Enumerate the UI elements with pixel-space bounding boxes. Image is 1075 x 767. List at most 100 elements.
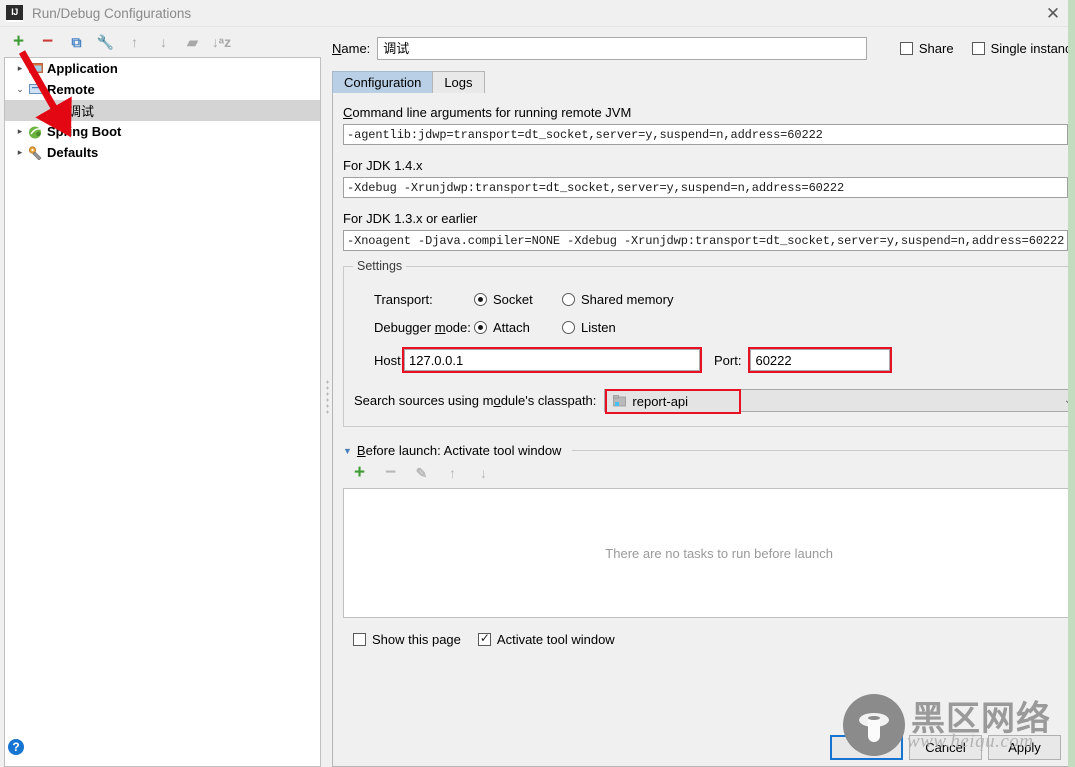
host-input[interactable]: 127.0.0.1: [404, 349, 700, 371]
jdk14-row: -Xdebug -Xrunjdwp:transport=dt_socket,se…: [343, 177, 1075, 198]
configurations-tree[interactable]: ▸ Application ⌄ Remote 调试 ▸ Spring Boot ▸ Defaul…: [4, 57, 321, 767]
remove-configuration-button[interactable]: −: [39, 31, 56, 52]
task-move-down-button: ↓: [475, 465, 492, 482]
cancel-button[interactable]: Cancel: [909, 734, 982, 760]
add-configuration-button[interactable]: +: [10, 31, 27, 52]
tab-logs[interactable]: Logs: [432, 71, 485, 93]
chevron-right-icon[interactable]: ▸: [13, 126, 27, 137]
radio-dot-icon: [562, 292, 575, 306]
transport-socket-radio[interactable]: Socket: [474, 292, 544, 307]
single-instance-checkbox[interactable]: Single instance only: [971, 41, 1075, 56]
pencil-icon: ✎: [415, 465, 428, 481]
remove-task-button: −: [382, 462, 399, 483]
transport-shared-memory-label: Shared memory: [581, 291, 674, 307]
wrench-icon: 🔧: [96, 34, 115, 50]
radio-dot-icon: [474, 292, 487, 306]
single-instance-checkbox-label: Single instance only: [990, 41, 1075, 56]
debugger-mode-listen-radio[interactable]: Listen: [562, 320, 616, 335]
debugger-mode-attach-radio[interactable]: Attach: [474, 320, 544, 335]
tree-item-label: Application: [47, 61, 118, 76]
tree-item-child[interactable]: 调试: [5, 100, 320, 121]
transport-label: Transport:: [374, 291, 433, 307]
name-row: Name: 调试 Share Single instance only: [332, 37, 1075, 60]
classpath-combo[interactable]: report-api ⌄: [604, 389, 1075, 414]
tree-item-group[interactable]: ▸ Spring Boot: [5, 121, 320, 142]
apply-button[interactable]: Apply: [988, 734, 1061, 760]
configuration-editor-panel: Name: 调试 Share Single instance only Conf…: [332, 27, 1075, 767]
task-move-up-button: ↑: [444, 465, 461, 482]
show-this-page-checkbox-box: [353, 633, 366, 646]
tree-item-group[interactable]: ⌄ Remote: [5, 79, 320, 100]
new-folder-button[interactable]: ▰: [184, 34, 201, 51]
settings-group-inner: Transport: Socket Shared memory Debugger…: [344, 267, 1075, 373]
chevron-right-icon[interactable]: ▸: [13, 147, 27, 158]
arrow-down-icon: ↓: [480, 465, 487, 481]
tree-item-label: Defaults: [47, 145, 99, 160]
before-launch-task-list[interactable]: There are no tasks to run before launch: [343, 488, 1075, 618]
jdk13-input[interactable]: -Xnoagent -Djava.compiler=NONE -Xdebug -…: [343, 230, 1069, 251]
name-label: Name:: [332, 41, 371, 56]
debugger-mode-listen-label: Listen: [581, 319, 616, 335]
activate-tool-window-checkbox[interactable]: Activate tool window: [477, 631, 615, 647]
radio-dot-icon: [562, 320, 575, 334]
before-launch-divider: [572, 450, 1075, 451]
window-title: Run/Debug Configurations: [32, 5, 192, 21]
jvm-args-label: Command line arguments for running remot…: [343, 105, 632, 120]
ok-button[interactable]: OK: [830, 734, 903, 760]
copy-icon: ⧉: [71, 34, 82, 50]
dialog-button-group: OK Cancel Apply: [830, 734, 1061, 760]
configuration-tab-content: Command line arguments for running remot…: [332, 93, 1075, 767]
tree-item-group[interactable]: ▸ Defaults: [5, 142, 320, 163]
before-launch-header[interactable]: ▼ Before launch: Activate tool window: [343, 443, 1075, 458]
show-this-page-label: Show this page: [372, 632, 461, 647]
share-checkbox-label: Share: [918, 41, 954, 56]
transport-socket-label: Socket: [493, 291, 533, 307]
jvm-args-input[interactable]: -agentlib:jdwp=transport=dt_socket,serve…: [343, 124, 1069, 145]
before-launch-toolbar: + − ✎ ↑ ↓: [343, 460, 1075, 486]
collapse-triangle-icon: ▼: [343, 445, 352, 456]
minus-icon: −: [384, 462, 397, 483]
classpath-value: report-api: [632, 394, 689, 409]
spring-boot-icon: [27, 125, 44, 139]
transport-shared-memory-radio[interactable]: Shared memory: [562, 292, 673, 307]
jdk14-input[interactable]: -Xdebug -Xrunjdwp:transport=dt_socket,se…: [343, 177, 1069, 198]
minus-icon: −: [41, 31, 54, 52]
before-launch-title: Before launch: Activate tool window: [356, 443, 562, 458]
tab-configuration[interactable]: Configuration: [332, 71, 434, 93]
tree-item-label: Spring Boot: [47, 124, 122, 139]
defaults-wrench-icon: [27, 145, 44, 160]
application-icon: [27, 62, 44, 75]
page-background-band: [1068, 0, 1075, 767]
help-button[interactable]: ?: [8, 739, 24, 755]
jdk13-row: -Xnoagent -Djava.compiler=NONE -Xdebug -…: [343, 230, 1075, 251]
port-annotation-box: 60222: [748, 347, 893, 373]
chevron-down-icon[interactable]: ⌄: [13, 84, 27, 95]
host-port-row: Host: 127.0.0.1 Port: 60222: [374, 347, 1075, 373]
edit-task-button: ✎: [413, 465, 430, 482]
tree-item-group[interactable]: ▸ Application: [5, 58, 320, 79]
sort-alphabetically-button[interactable]: ↓ᵃz: [212, 34, 231, 51]
plus-icon: +: [12, 31, 25, 52]
plus-icon: +: [353, 462, 366, 483]
port-input[interactable]: 60222: [750, 349, 891, 371]
intellij-logo-icon: IJ: [6, 4, 23, 22]
editor-tabs: Configuration Logs: [332, 71, 1075, 93]
name-input[interactable]: 调试: [377, 37, 868, 60]
show-this-page-checkbox[interactable]: Show this page: [353, 632, 461, 647]
panel-splitter[interactable]: [322, 27, 332, 767]
add-task-button[interactable]: +: [351, 462, 368, 483]
move-down-button[interactable]: ↓: [155, 34, 172, 51]
dialog-footer: ? OK Cancel Apply: [0, 727, 1075, 767]
share-checkbox[interactable]: Share: [899, 41, 954, 56]
chevron-right-icon[interactable]: ▸: [13, 63, 27, 74]
copy-configuration-button[interactable]: ⧉: [68, 34, 85, 51]
jvm-args-row: -agentlib:jdwp=transport=dt_socket,serve…: [343, 124, 1075, 145]
tree-item-label: 调试: [68, 104, 95, 119]
host-label: Host:: [374, 352, 405, 368]
edit-templates-button[interactable]: 🔧: [97, 34, 114, 51]
move-up-button[interactable]: ↑: [126, 34, 143, 51]
header-checkbox-group: Share Single instance only: [899, 41, 1075, 56]
settings-group-title: Settings: [353, 259, 407, 273]
activate-tool-window-checkbox-box: [477, 631, 491, 646]
folder-icon: ▰: [187, 34, 198, 50]
